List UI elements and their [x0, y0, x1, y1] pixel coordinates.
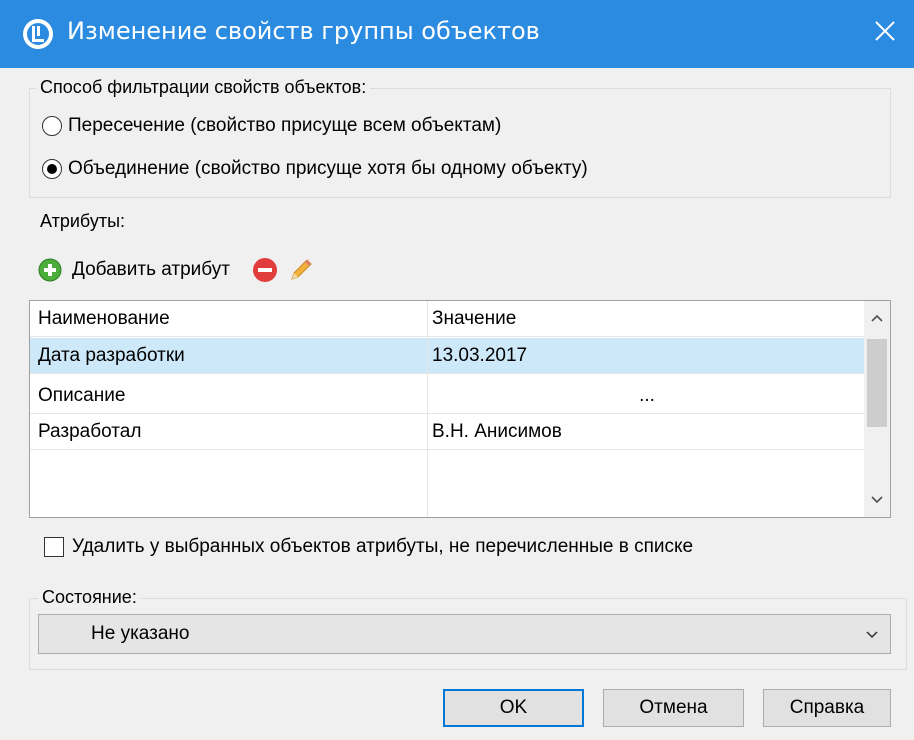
- radio-intersection-label: Пересечение (свойство присуще всем объек…: [68, 115, 502, 136]
- filter-group: [29, 88, 891, 198]
- edit-attribute-button[interactable]: [288, 257, 314, 283]
- table-row[interactable]: Описание ...: [30, 378, 864, 414]
- ok-button[interactable]: OK: [443, 689, 584, 727]
- attributes-table[interactable]: Наименование Значение Дата разработки 13…: [29, 300, 891, 518]
- column-header-name[interactable]: Наименование: [38, 301, 426, 337]
- column-divider: [427, 301, 428, 517]
- cell-value[interactable]: ...: [432, 378, 862, 414]
- plus-circle-icon: [38, 258, 62, 282]
- close-button[interactable]: [856, 0, 914, 68]
- delete-unlisted-checkbox[interactable]: [44, 537, 64, 557]
- state-select[interactable]: Не указано: [38, 614, 891, 654]
- chevron-down-icon: [871, 496, 883, 504]
- table-row[interactable]: Разработал В.Н. Анисимов: [30, 414, 864, 450]
- radio-intersection[interactable]: Пересечение (свойство присуще всем объек…: [42, 115, 501, 137]
- remove-attribute-button[interactable]: [252, 257, 278, 283]
- chevron-up-icon: [871, 314, 883, 322]
- radio-intersection-indicator[interactable]: [42, 116, 62, 136]
- radio-union-indicator[interactable]: [42, 159, 62, 179]
- radio-union[interactable]: Объединение (свойство присуще хотя бы од…: [42, 158, 588, 180]
- filter-group-label: Способ фильтрации свойств объектов:: [36, 77, 371, 98]
- cell-name[interactable]: Разработал: [38, 414, 426, 450]
- cell-value[interactable]: 13.03.2017: [432, 338, 862, 374]
- add-attribute-button[interactable]: Добавить атрибут: [38, 258, 230, 282]
- scroll-down-button[interactable]: [864, 483, 890, 517]
- radio-union-label: Объединение (свойство присуще хотя бы од…: [68, 158, 588, 179]
- minus-circle-icon: [252, 258, 277, 282]
- scroll-up-button[interactable]: [864, 301, 890, 335]
- column-header-value[interactable]: Значение: [432, 301, 862, 337]
- title-bar[interactable]: Изменение свойств группы объектов: [0, 0, 914, 68]
- delete-unlisted-label: Удалить у выбранных объектов атрибуты, н…: [72, 536, 694, 557]
- attributes-toolbar: Добавить атрибут: [38, 254, 314, 286]
- help-button[interactable]: Справка: [763, 689, 891, 727]
- cell-name[interactable]: Дата разработки: [38, 338, 426, 374]
- cell-name[interactable]: Описание: [38, 378, 426, 414]
- state-select-value: Не указано: [91, 623, 190, 644]
- cell-value[interactable]: В.Н. Анисимов: [432, 414, 862, 450]
- vertical-scrollbar[interactable]: [864, 301, 890, 517]
- table-row[interactable]: Дата разработки 13.03.2017: [30, 338, 864, 374]
- cancel-button[interactable]: Отмена: [603, 689, 744, 727]
- window-title: Изменение свойств группы объектов: [67, 17, 540, 45]
- dialog-window: Изменение свойств группы объектов Способ…: [0, 0, 914, 740]
- close-icon: [875, 21, 895, 41]
- attributes-group-label: Атрибуты:: [36, 211, 130, 232]
- add-attribute-label: Добавить атрибут: [72, 259, 230, 280]
- state-group-label: Состояние:: [38, 587, 141, 608]
- table-header-row: Наименование Значение: [30, 301, 864, 337]
- scroll-thumb[interactable]: [867, 339, 887, 427]
- pencil-icon: [291, 259, 312, 280]
- delete-unlisted-checkbox-row[interactable]: Удалить у выбранных объектов атрибуты, н…: [44, 536, 693, 558]
- app-logo-icon: [23, 19, 53, 49]
- chevron-down-icon: [866, 631, 878, 639]
